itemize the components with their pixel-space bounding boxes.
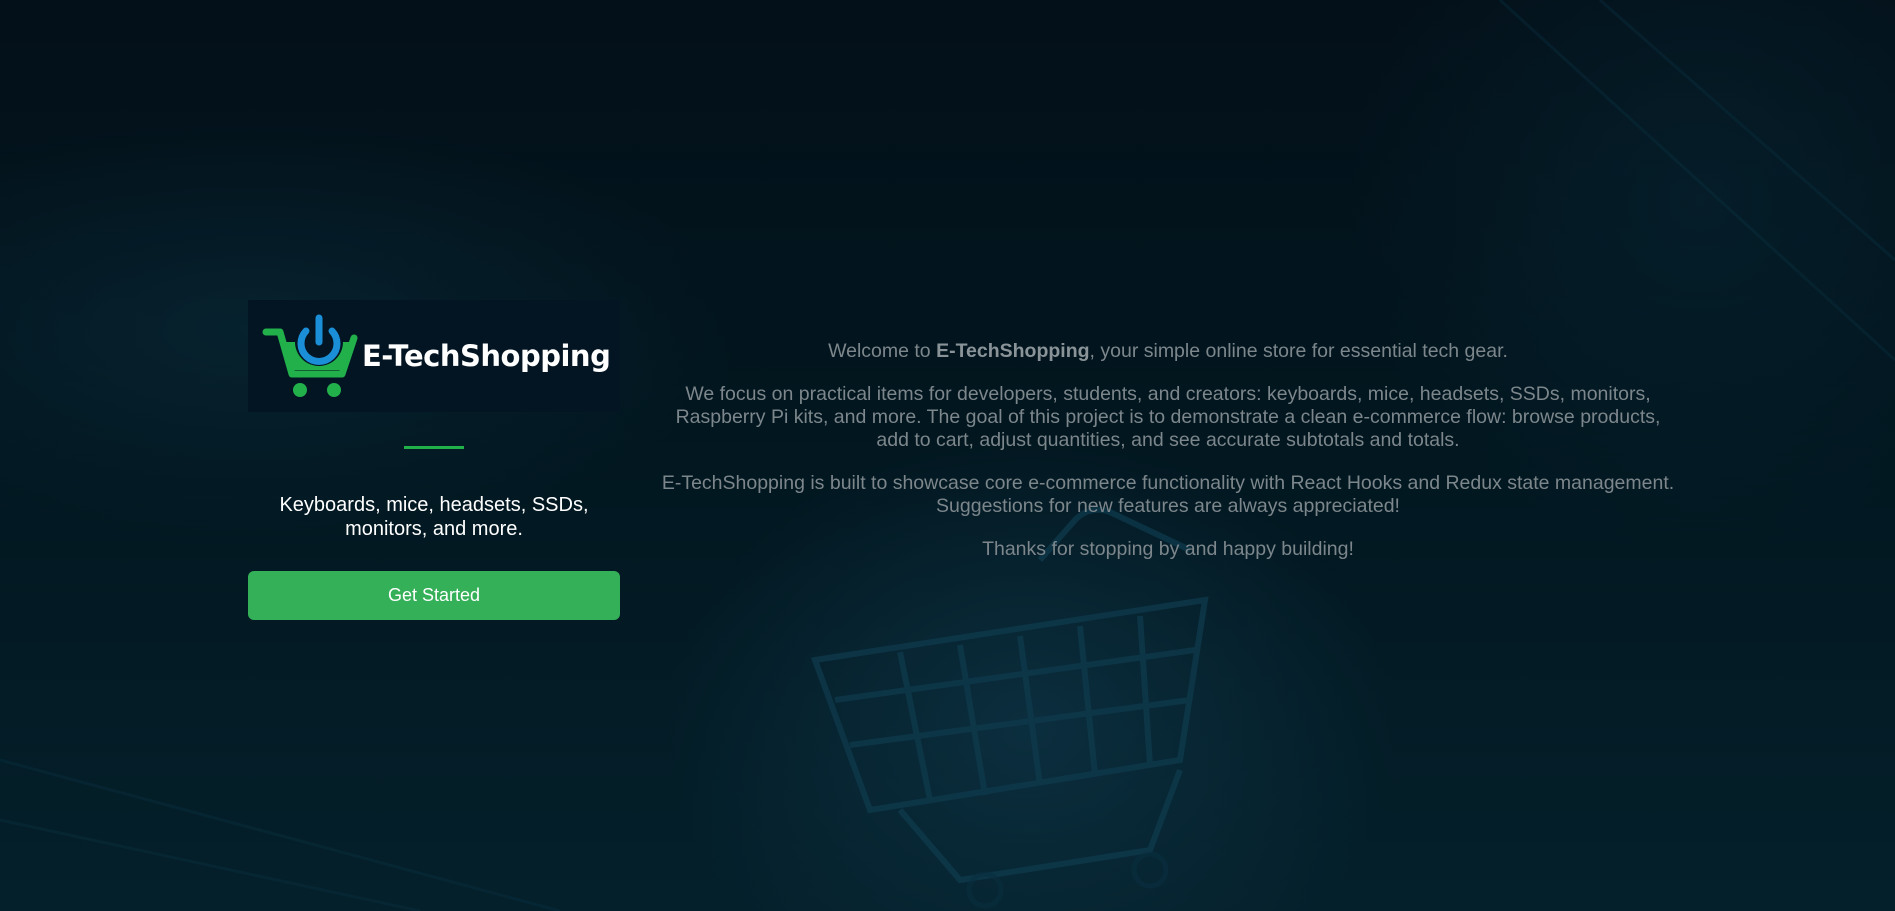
brand-logo: E-TechShopping (248, 300, 620, 412)
welcome-suffix: , your simple online store for essential… (1089, 340, 1508, 362)
thanks-paragraph: Thanks for stopping by and happy buildin… (982, 538, 1354, 560)
accent-divider (404, 446, 464, 449)
tech-paragraph: E-TechShopping is built to showcase core… (661, 472, 1675, 517)
brand-name: E-TechShopping (362, 339, 611, 373)
focus-paragraph: We focus on practical items for develope… (675, 383, 1661, 451)
landing-page: E-TechShopping Keyboards, mice, headsets… (0, 0, 1895, 911)
welcome-brand: E-TechShopping (936, 340, 1090, 362)
get-started-button[interactable]: Get Started (248, 571, 620, 620)
hero-tagline: Keyboards, mice, headsets, SSDs, monitor… (279, 494, 589, 540)
cart-power-icon (262, 314, 358, 397)
welcome-prefix: Welcome to (828, 340, 937, 362)
welcome-paragraph: Welcome to E-TechShopping, your simple o… (660, 340, 1676, 363)
about-section: Welcome to E-TechShopping, your simple o… (660, 340, 1676, 581)
hero-panel: E-TechShopping Keyboards, mice, headsets… (248, 300, 620, 620)
